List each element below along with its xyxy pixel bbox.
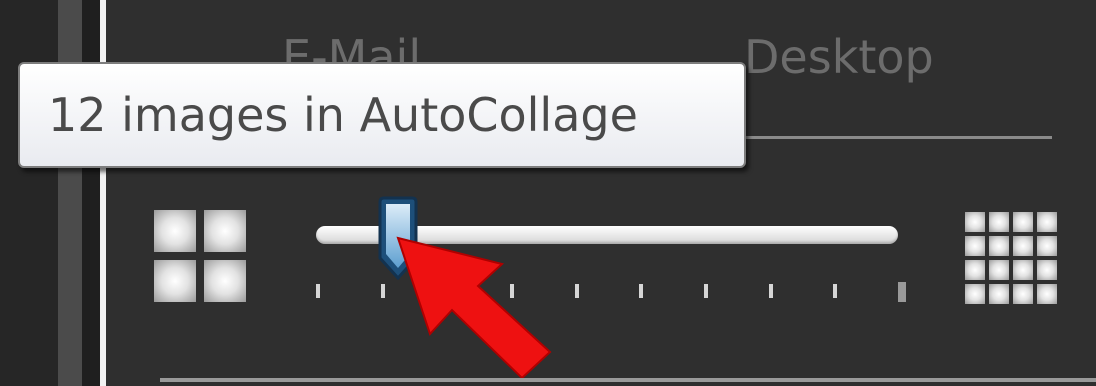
slider-tick	[380, 284, 385, 298]
grid-cell	[989, 284, 1009, 304]
left-scrollbar[interactable]	[58, 0, 82, 386]
grid-cell	[1013, 212, 1033, 232]
left-divider	[82, 0, 100, 386]
grid-cell	[154, 210, 196, 252]
grid-cell	[1037, 212, 1057, 232]
slider-tick	[833, 284, 838, 298]
grid-cell	[204, 210, 246, 252]
grid-4x4-icon[interactable]	[965, 212, 1057, 304]
grid-cell	[989, 236, 1009, 256]
left-panel-edge	[0, 0, 58, 386]
slider-tick	[898, 282, 906, 302]
grid-cell	[965, 284, 985, 304]
grid-cell	[1013, 236, 1033, 256]
tooltip: 12 images in AutoCollage	[18, 62, 746, 168]
grid-cell	[1037, 284, 1057, 304]
grid-cell	[989, 212, 1009, 232]
grid-cell	[989, 260, 1009, 280]
grid-cell	[965, 260, 985, 280]
slider-tick	[768, 284, 773, 298]
tab-desktop[interactable]: Desktop	[744, 30, 934, 84]
slider-tick	[704, 284, 708, 298]
grid-cell	[965, 212, 985, 232]
slider-tick	[639, 284, 644, 298]
grid-cell	[1037, 236, 1057, 256]
red-arrow-icon	[396, 236, 552, 380]
slider-tick	[316, 284, 320, 298]
grid-2x2-icon[interactable]	[154, 210, 246, 302]
tooltip-text: 12 images in AutoCollage	[48, 88, 638, 142]
collage-settings-panel: E-Mail Desktop 12 images in AutoCollage	[0, 0, 1096, 386]
grid-cell	[1037, 260, 1057, 280]
grid-cell	[965, 236, 985, 256]
grid-cell	[154, 260, 196, 302]
grid-cell	[1013, 284, 1033, 304]
left-border-line	[100, 0, 106, 386]
grid-cell	[204, 260, 246, 302]
grid-cell	[1013, 260, 1033, 280]
bottom-divider	[160, 378, 1096, 382]
slider-tick	[574, 284, 579, 298]
tab-underline	[735, 136, 1052, 139]
